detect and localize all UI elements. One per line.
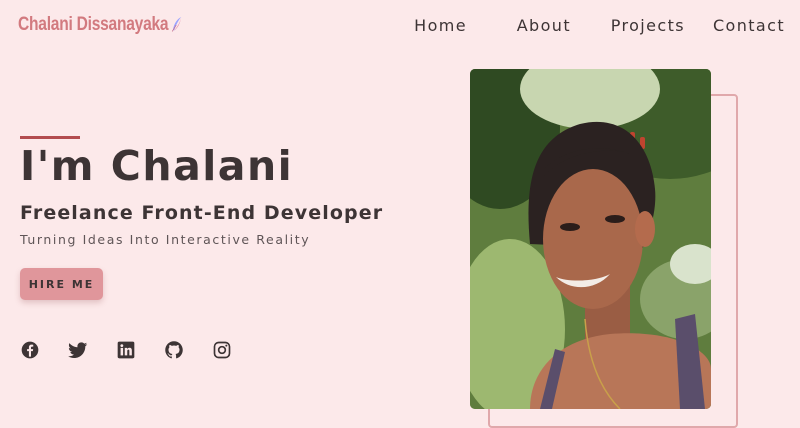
github-icon[interactable] [164, 340, 184, 360]
accent-divider [20, 136, 80, 139]
hire-me-button[interactable]: HIRE ME [20, 268, 103, 300]
linkedin-icon[interactable] [116, 340, 136, 360]
facebook-icon[interactable] [20, 340, 40, 360]
nav-projects[interactable]: Projects [611, 16, 685, 35]
site-logo[interactable]: Chalani Dissanayaka [18, 14, 183, 38]
hero-tagline: Turning Ideas Into Interactive Reality [20, 232, 311, 247]
instagram-icon[interactable] [212, 340, 232, 360]
nav-home[interactable]: Home [414, 16, 467, 35]
logo-text: Chalani Dissanayaka [18, 14, 169, 35]
hero-title: I'm Chalani [20, 142, 294, 190]
nav-contact[interactable]: Contact [713, 16, 785, 35]
hero-role: Freelance Front-End Developer [20, 202, 384, 224]
nav-about[interactable]: About [517, 16, 571, 35]
twitter-icon[interactable] [68, 340, 88, 360]
feather-icon [172, 16, 183, 38]
profile-photo [470, 69, 711, 409]
